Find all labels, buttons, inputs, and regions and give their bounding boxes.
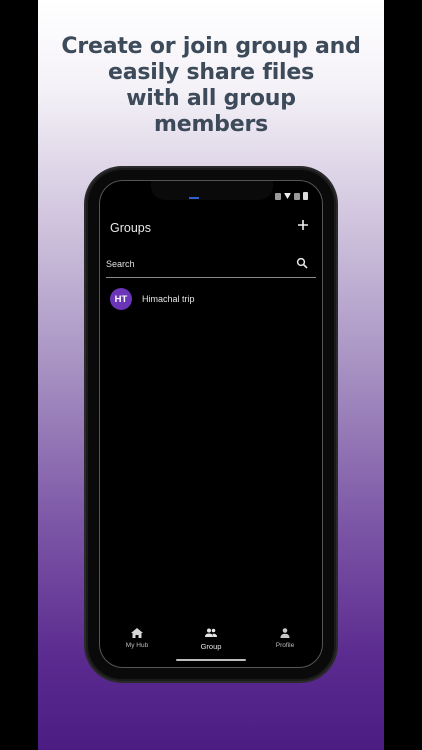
nav-label: My Hub	[125, 642, 149, 649]
home-indicator	[176, 659, 246, 661]
avatar: HT	[110, 288, 132, 310]
nav-label: Group	[200, 642, 222, 651]
wifi-icon	[284, 193, 291, 199]
person-icon	[280, 628, 290, 638]
list-item-group[interactable]: HT Himachal trip	[110, 286, 310, 312]
group-name: Himachal trip	[142, 294, 195, 304]
battery-icon	[303, 192, 308, 200]
stage: Create or join group and easily share fi…	[0, 0, 422, 750]
search-input[interactable]	[106, 257, 286, 271]
plus-icon	[298, 220, 308, 230]
group-icon	[205, 628, 217, 637]
nav-item-profile[interactable]: Profile	[250, 619, 320, 649]
notch-indicator	[189, 197, 199, 199]
nav-item-group[interactable]: Group	[176, 619, 246, 651]
phone-frame: Groups HT	[88, 170, 334, 679]
status-bar-icons	[275, 191, 308, 201]
nav-label: Profile	[275, 642, 295, 649]
add-group-button[interactable]	[294, 218, 312, 236]
search-bar	[106, 251, 316, 278]
home-icon	[131, 628, 143, 638]
search-icon[interactable]	[296, 257, 308, 269]
promo-headline: Create or join group and easily share fi…	[61, 34, 361, 137]
page-title: Groups	[110, 221, 151, 235]
signal-icon	[275, 192, 281, 200]
app-header: Groups	[100, 215, 322, 241]
phone-screen: Groups HT	[99, 180, 323, 668]
nav-item-my-hub[interactable]: My Hub	[102, 619, 172, 649]
sim-icon	[294, 192, 300, 200]
phone-notch	[151, 181, 273, 200]
promo-panel: Create or join group and easily share fi…	[38, 0, 384, 750]
